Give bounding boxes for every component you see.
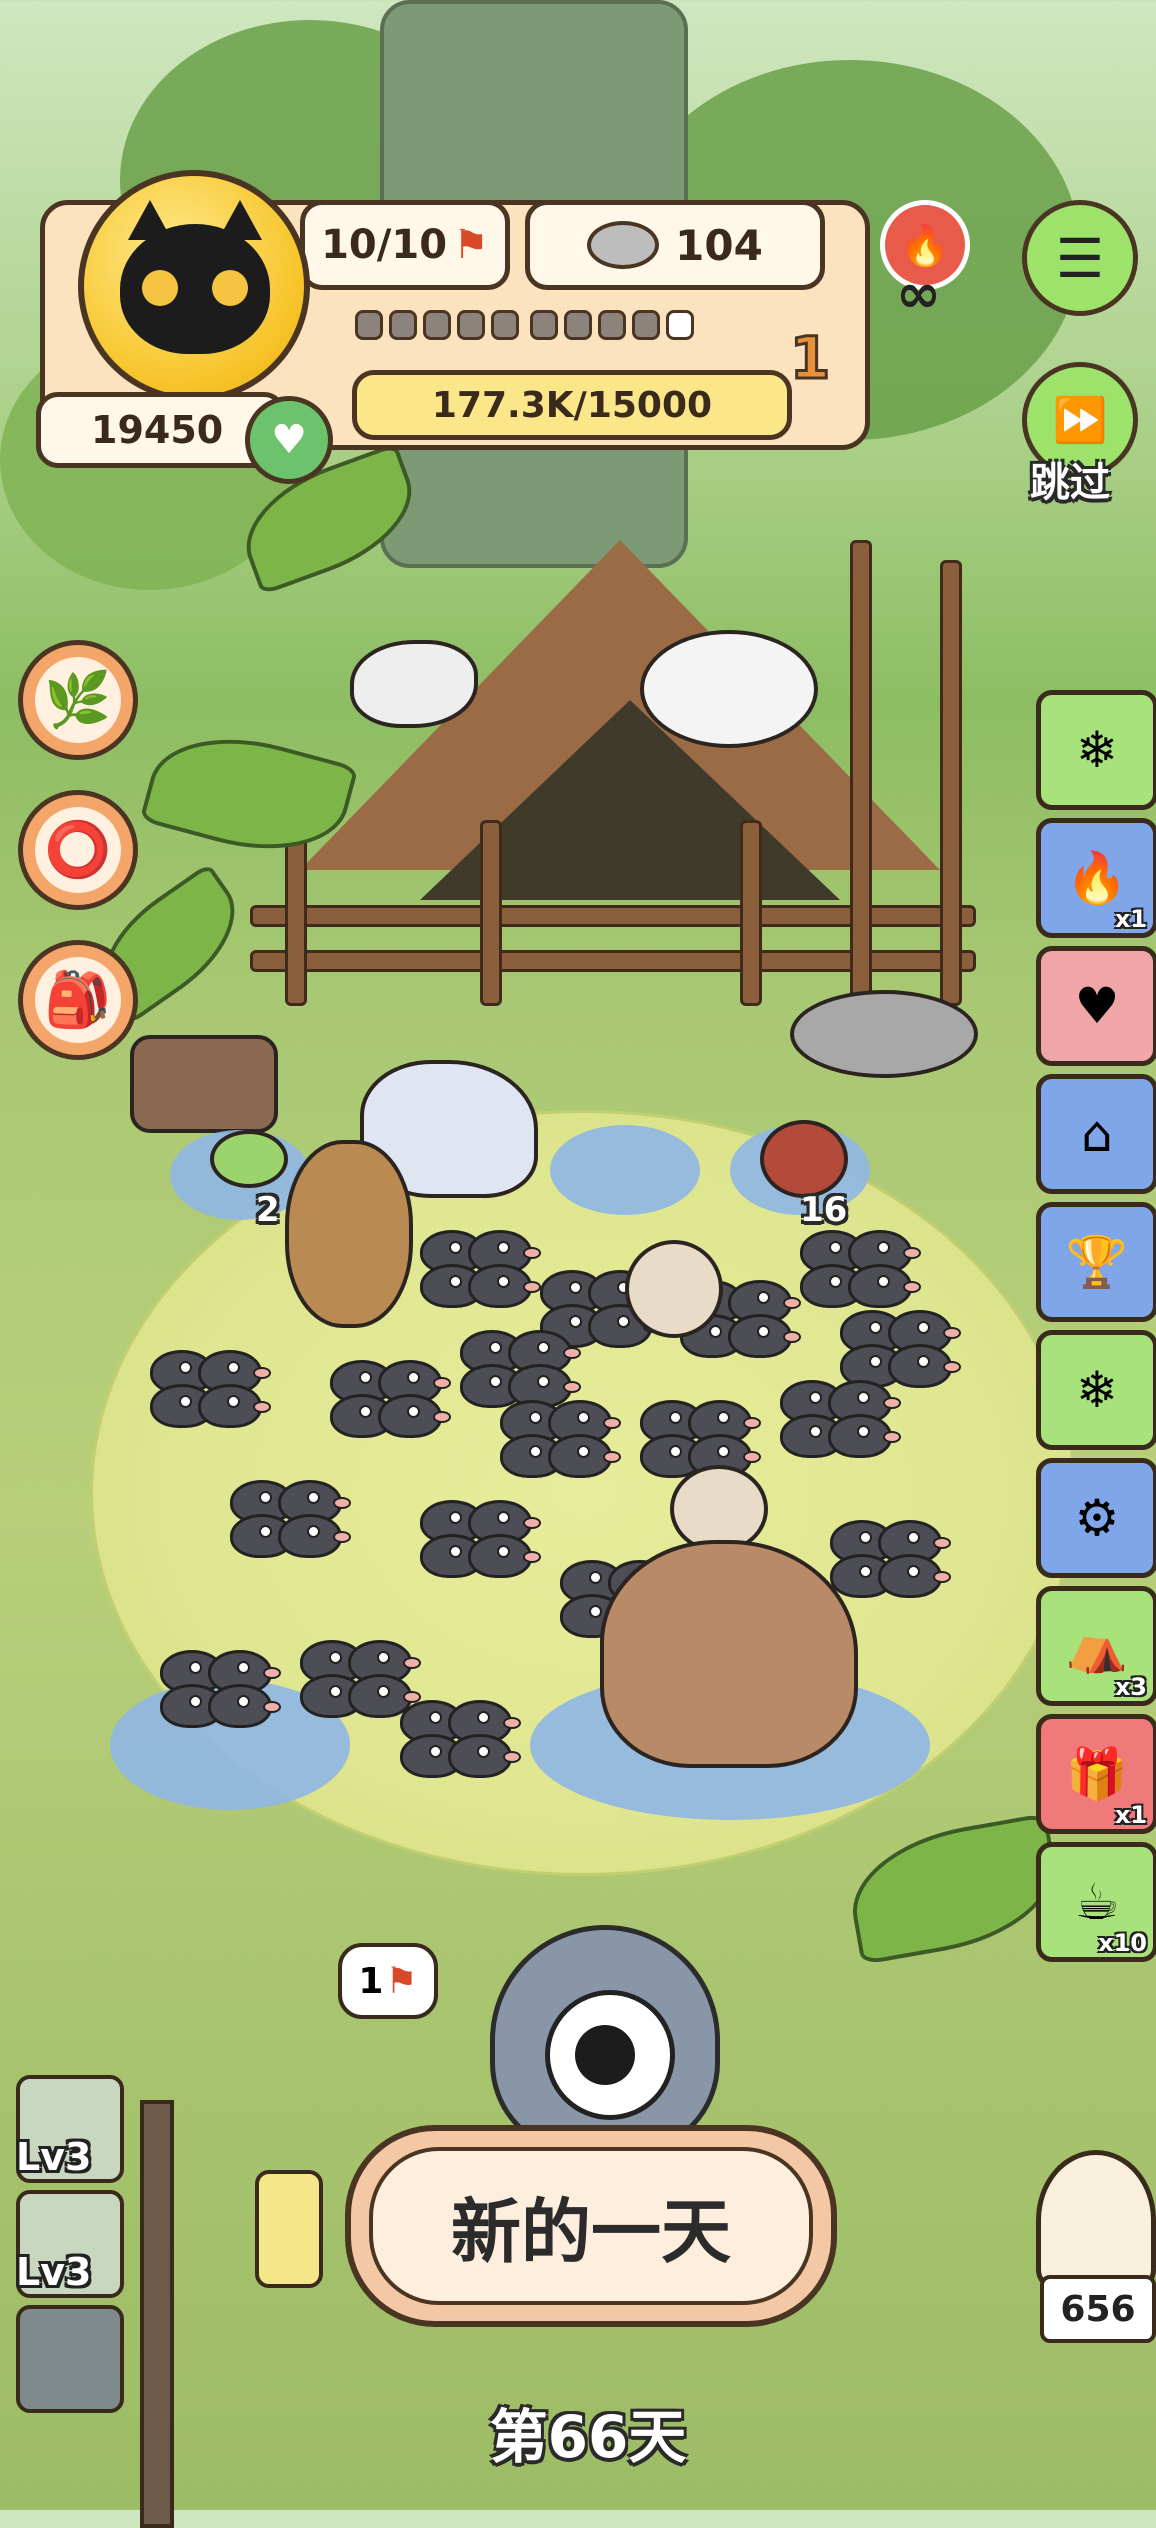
hut-post <box>850 540 872 1006</box>
side-item-slot[interactable]: 🎁 x1 <box>1036 1714 1156 1834</box>
side-item-slot[interactable]: ❄ <box>1036 1330 1156 1450</box>
new-day-button[interactable]: 新的一天 <box>345 2125 837 2327</box>
side-item-slot[interactable]: ⚙ <box>1036 1458 1156 1578</box>
soup-bowl-icon: ☕ <box>1074 1873 1120 1931</box>
item-count: x1 <box>1114 905 1147 933</box>
side-item-slot[interactable]: 🔥 x1 <box>1036 818 1156 938</box>
pond <box>550 1125 700 1215</box>
progress-text: 177.3K/15000 <box>431 384 713 426</box>
eye <box>212 270 248 306</box>
flag-icon: ⚑ <box>453 222 489 268</box>
day-counter: 第66天 <box>489 2403 687 2471</box>
coin-pill[interactable]: 104 <box>525 200 825 290</box>
points-text: 19450 <box>91 408 224 452</box>
heart-pig-icon: ♥ <box>1074 977 1120 1035</box>
fire-pit <box>790 990 978 1078</box>
chick-count: 656 <box>1040 2275 1156 2343</box>
mole-rat <box>278 1514 351 1558</box>
mole-rat <box>878 1554 951 1598</box>
mole-rat <box>208 1684 281 1728</box>
baboon <box>285 1140 413 1328</box>
side-item-slot[interactable]: ⛺ x3 <box>1036 1586 1156 1706</box>
gift-bag-icon: 🎁 <box>1065 1744 1129 1803</box>
level-label: Lv3 <box>16 2135 92 2179</box>
skip-label[interactable]: 跳过 <box>1030 450 1110 508</box>
side-item-slot[interactable]: ♥ <box>1036 946 1156 1066</box>
hut-post <box>285 830 307 1006</box>
mole-rat <box>828 1414 901 1458</box>
locked-slot[interactable] <box>16 2305 124 2413</box>
hedgehog <box>625 1240 723 1338</box>
pinecone-button[interactable]: 🌿 <box>18 640 138 760</box>
lamp-post <box>140 2100 174 2528</box>
item-count: x3 <box>1114 1673 1147 1701</box>
bag-button[interactable]: 🎒 <box>18 940 138 1060</box>
gear-mouse-icon: ⚙ <box>1074 1489 1120 1547</box>
mole-rat <box>378 1394 451 1438</box>
level-label: Lv3 <box>16 2250 92 2294</box>
mole-rat <box>848 1264 921 1308</box>
cat-avatar-icon <box>120 200 270 354</box>
mole-rat <box>728 1314 801 1358</box>
bird-seagull <box>350 640 478 728</box>
mole-rat <box>198 1384 271 1428</box>
fireplace-icon: 🔥 <box>1065 848 1129 907</box>
bowl-icon <box>587 221 660 269</box>
meat-count: 16 <box>800 1190 848 1230</box>
shark-cat-character[interactable] <box>490 1925 720 2155</box>
new-day-label: 新的一天 <box>369 2147 813 2305</box>
bubble-count: 1 <box>358 1960 384 2002</box>
menu-icon[interactable]: ☰ <box>1022 200 1138 316</box>
hut-post <box>940 560 962 1006</box>
infinite-icon: ∞ <box>896 262 941 325</box>
lantern-icon <box>255 2170 323 2288</box>
snow-globe-icon: ❄ <box>1076 1361 1118 1419</box>
mammoth <box>600 1540 858 1768</box>
frog <box>210 1130 288 1188</box>
meat <box>760 1120 848 1198</box>
leaf <box>841 1812 1067 1966</box>
level-segments <box>355 310 700 344</box>
trophy-icon: 🏆 <box>1065 1232 1129 1291</box>
bird-owl <box>640 630 818 748</box>
mole-rat <box>468 1264 541 1308</box>
hut-post <box>480 820 502 1006</box>
frog-count: 2 <box>256 1190 280 1230</box>
mole-rat <box>548 1434 621 1478</box>
mole-rat <box>448 1734 521 1778</box>
side-item-slot[interactable]: ❄ <box>1036 690 1156 810</box>
side-item-slot[interactable]: ⌂ <box>1036 1074 1156 1194</box>
side-item-slot[interactable]: 🏆 <box>1036 1202 1156 1322</box>
mole-rat <box>468 1534 541 1578</box>
flag-icon: ⚑ <box>385 1960 418 2002</box>
mole-rat <box>888 1344 961 1388</box>
collar-button[interactable]: ⭕ <box>18 790 138 910</box>
eye <box>142 270 178 306</box>
snow-globe-icon: ❄ <box>1076 721 1118 779</box>
hut-post <box>740 820 762 1006</box>
speech-bubble[interactable]: 1 ⚑ <box>338 1943 438 2019</box>
hut-icon: ⌂ <box>1081 1105 1113 1163</box>
energy-pill[interactable]: 10/10 ⚑ <box>300 200 510 290</box>
item-count: x10 <box>1098 1929 1147 1957</box>
progress-bar: 177.3K/15000 <box>352 370 792 440</box>
item-count: x1 <box>1114 1801 1147 1829</box>
heart-shield-icon[interactable]: ♥ <box>245 396 333 484</box>
bag-icon: 🎒 <box>35 957 121 1043</box>
coin-count: 104 <box>675 220 763 270</box>
collar-icon: ⭕ <box>35 807 121 893</box>
player-avatar[interactable] <box>78 170 310 402</box>
energy-text: 10/10 <box>321 222 448 268</box>
side-item-slot[interactable]: ☕ x10 <box>1036 1842 1156 1962</box>
pinecone-icon: 🌿 <box>35 657 121 743</box>
chick-icon[interactable] <box>1036 2150 1156 2290</box>
tree-stump <box>130 1035 278 1133</box>
tent-icon: ⛺ <box>1065 1616 1129 1675</box>
